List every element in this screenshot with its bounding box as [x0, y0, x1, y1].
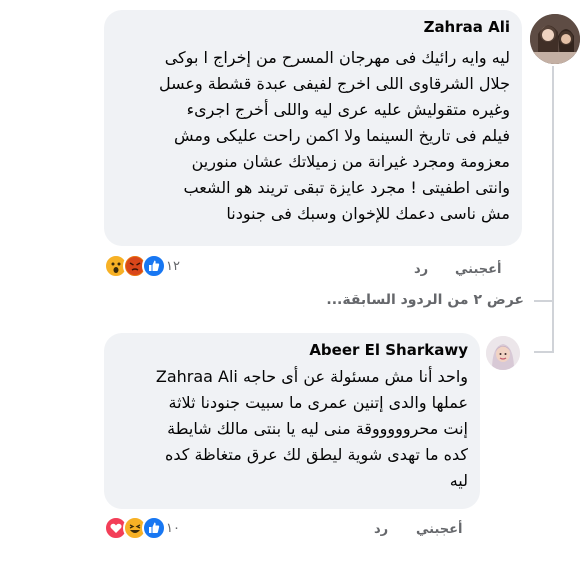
reaction-summary[interactable]: ١٠: [104, 516, 186, 540]
thread-connector-curve: [534, 300, 554, 302]
reaction-count: ١٢: [166, 258, 180, 274]
comment-text-line: كده ما تهدى شوية ليطق لك عرق متغاظة كده: [164, 445, 468, 464]
comment-text-line: جلال الشرقاوى اللى اخرج لفيفى عبدة قشطة …: [159, 74, 510, 93]
comment-text-line: واحد أنا مش مسئولة عن أى حاجه Zahraa Ali: [155, 367, 468, 386]
avatar[interactable]: [530, 14, 580, 64]
thread-connector-curve-2: [534, 351, 554, 353]
comment-text-line: وانتى اطفيتى ! مجرد عايزة تبقى تريند هو …: [183, 178, 511, 197]
comment-bubble: Zahraa Ali ليه وايه رائيك فى مهرجان المس…: [104, 10, 522, 246]
like-icon: [142, 254, 166, 278]
comment-text-line: عملها والدى إتنين عمرى ما سبيت جنودنا ثل…: [168, 393, 468, 412]
like-button[interactable]: أعجبني: [455, 262, 501, 277]
profile-photo-icon: [486, 336, 520, 370]
comment-text-line: ليه: [449, 471, 468, 490]
comment-text-line: إنت محروووووقة منى ليه يا بنتى مالك شايط…: [167, 419, 468, 438]
view-previous-replies-link[interactable]: عرض ٢ من الردود السابقة...: [326, 292, 524, 308]
comment-text-line: مش ناسى دعمك للإخوان وسبك فى جنودنا: [226, 204, 510, 223]
reply-button[interactable]: رد: [414, 262, 428, 277]
thread-connector-line-2: [552, 302, 554, 352]
like-button[interactable]: أعجبني: [416, 522, 462, 537]
profile-photo-icon: [530, 14, 580, 64]
thread-connector-line: [552, 66, 554, 302]
comment-text-line: معزومة ومجرد غيرانة من زميلاتك عشان منور…: [191, 152, 510, 171]
reply-bubble: Abeer El Sharkawy واحد أنا مش مسئولة عن …: [104, 333, 480, 509]
comment-text-line: وغيره متقوليش عليه عرى ليه واللى أخرج اج…: [186, 100, 510, 119]
comment-author-name[interactable]: Zahraa Ali: [424, 18, 510, 36]
comment-text-line: فيلم فى تاريخ السينما ولا اكمن راحت عليك…: [174, 126, 510, 145]
comment-author-name[interactable]: Abeer El Sharkawy: [309, 341, 468, 359]
reaction-summary[interactable]: ١٢: [104, 254, 186, 278]
comment-text-line: ليه وايه رائيك فى مهرجان المسرح من إخراج…: [164, 48, 510, 67]
reply-button[interactable]: رد: [374, 522, 388, 537]
avatar[interactable]: [486, 336, 520, 370]
like-icon: [142, 516, 166, 540]
reaction-count: ١٠: [166, 520, 180, 536]
